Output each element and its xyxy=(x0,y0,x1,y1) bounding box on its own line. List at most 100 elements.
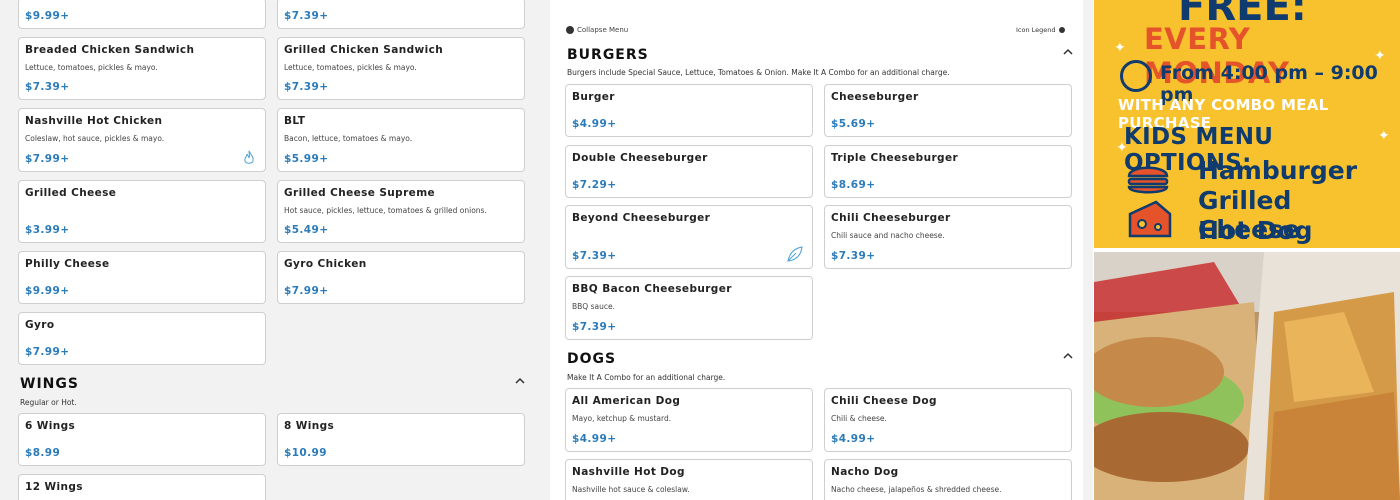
menu-item-card[interactable]: 12 Wings xyxy=(18,474,266,500)
item-name: Burger xyxy=(572,91,615,103)
chevron-up-icon[interactable] xyxy=(1063,352,1073,360)
menu-item-card[interactable]: Chili Cheese Dog Chili & cheese. $4.99+ xyxy=(824,388,1072,452)
sparkle-icon: ✦ xyxy=(1378,128,1390,144)
item-description: Chili & cheese. xyxy=(831,414,887,423)
spicy-flame-icon xyxy=(244,150,254,164)
item-price: $7.39+ xyxy=(284,81,329,93)
item-price: $4.99+ xyxy=(572,433,617,445)
item-price: $7.39+ xyxy=(25,81,70,93)
item-description: Nacho cheese, jalapeños & shredded chees… xyxy=(831,485,1002,494)
item-name: 8 Wings xyxy=(284,420,335,432)
collapse-icon xyxy=(566,26,574,34)
item-name: Chili Cheese Dog xyxy=(831,395,937,407)
item-name: Nacho Dog xyxy=(831,466,899,478)
item-price: $4.99+ xyxy=(572,118,617,130)
sparkle-icon: ✦ xyxy=(1374,48,1386,64)
item-price: $8.69+ xyxy=(831,179,876,191)
item-name: Philly Cheese xyxy=(25,258,110,270)
item-price: $4.99+ xyxy=(831,433,876,445)
menu-item-card[interactable]: Chili Cheeseburger Chili sauce and nacho… xyxy=(824,205,1072,269)
item-price: $9.99+ xyxy=(25,285,70,297)
menu-item-card[interactable]: Gyro $7.99+ xyxy=(18,312,266,365)
menu-item-card[interactable]: Cheeseburger $5.69+ xyxy=(824,84,1072,137)
menu-item-card[interactable]: Nacho Dog Nacho cheese, jalapeños & shre… xyxy=(824,459,1072,500)
item-price: $3.99+ xyxy=(25,224,70,236)
sparkle-icon: ✦ xyxy=(1114,40,1126,56)
item-name: All American Dog xyxy=(572,395,681,407)
item-name: 6 Wings xyxy=(25,420,76,432)
item-name: Nashville Hot Chicken xyxy=(25,115,163,127)
menu-item-card[interactable]: Double Cheeseburger $7.29+ xyxy=(565,145,813,198)
item-name: Nashville Hot Dog xyxy=(572,466,685,478)
menu-item-card[interactable]: Nashville Hot Dog Nashville hot sauce & … xyxy=(565,459,813,500)
menu-item-card[interactable]: Triple Cheeseburger $8.69+ xyxy=(824,145,1072,198)
menu-item-card[interactable]: 6 Wings $8.99 xyxy=(18,413,266,466)
item-price: $7.99+ xyxy=(25,153,70,165)
menu-item-card[interactable]: Gyro Chicken $7.99+ xyxy=(277,251,525,304)
item-name: Grilled Cheese xyxy=(25,187,117,199)
food-photo-image xyxy=(1094,252,1400,500)
promo-banner[interactable]: FREE: EVERY MONDAY From 4:00 pm – 9:00 p… xyxy=(1094,0,1400,248)
vegan-leaf-icon xyxy=(787,246,803,262)
menu-item-card[interactable]: Grilled Cheese Supreme Hot sauce, pickle… xyxy=(277,180,525,243)
item-price: $5.49+ xyxy=(284,224,329,236)
item-description: Chili sauce and nacho cheese. xyxy=(831,231,945,240)
item-price: $10.99 xyxy=(284,447,327,459)
item-description: Nashville hot sauce & coleslaw. xyxy=(572,485,690,494)
item-name: Double Cheeseburger xyxy=(572,152,708,164)
item-name: Chili Cheeseburger xyxy=(831,212,951,224)
info-icon xyxy=(1058,27,1065,33)
item-price: $7.39+ xyxy=(572,250,617,262)
menu-item-card[interactable]: $7.39+ xyxy=(277,0,525,29)
item-name: Grilled Cheese Supreme xyxy=(284,187,436,199)
collapse-menu-button[interactable]: Collapse Menu xyxy=(566,26,628,34)
menu-item-card[interactable]: Breaded Chicken Sandwich Lettuce, tomato… xyxy=(18,37,266,100)
menu-item-card[interactable]: Philly Cheese $9.99+ xyxy=(18,251,266,304)
collapse-menu-label: Collapse Menu xyxy=(577,26,629,34)
item-price: $5.99+ xyxy=(284,153,329,165)
item-price: $7.29+ xyxy=(572,179,617,191)
menu-item-card[interactable]: Nashville Hot Chicken Coleslaw, hot sauc… xyxy=(18,108,266,172)
item-description: Hot sauce, pickles, lettuce, tomatoes & … xyxy=(284,206,487,215)
item-name: BBQ Bacon Cheeseburger xyxy=(572,283,732,295)
item-name: Breaded Chicken Sandwich xyxy=(25,44,195,56)
section-subtitle-wings: Regular or Hot. xyxy=(20,398,77,407)
chevron-up-icon[interactable] xyxy=(515,377,525,385)
menu-item-card[interactable]: Grilled Cheese $3.99+ xyxy=(18,180,266,243)
menu-item-card[interactable]: BBQ Bacon Cheeseburger BBQ sauce. $7.39+ xyxy=(565,276,813,340)
menu-item-card[interactable]: BLT Bacon, lettuce, tomatoes & mayo. $5.… xyxy=(277,108,525,172)
section-subtitle-burgers: Burgers include Special Sauce, Lettuce, … xyxy=(567,68,950,77)
menu-item-card[interactable]: Beyond Cheeseburger $7.39+ xyxy=(565,205,813,269)
promo-kids-item: Hot Dog xyxy=(1198,216,1313,245)
icon-legend-button[interactable]: Icon Legend xyxy=(1016,26,1065,34)
item-name: Triple Cheeseburger xyxy=(831,152,959,164)
burger-icon xyxy=(1127,166,1169,194)
item-description: Bacon, lettuce, tomatoes & mayo. xyxy=(284,134,413,143)
item-name: BLT xyxy=(284,115,306,127)
chevron-up-icon[interactable] xyxy=(1063,48,1073,56)
item-name: Cheeseburger xyxy=(831,91,919,103)
menu-item-card[interactable]: $9.99+ xyxy=(18,0,266,29)
item-price: $7.99+ xyxy=(284,285,329,297)
menu-item-card[interactable]: 8 Wings $10.99 xyxy=(277,413,525,466)
menu-item-card[interactable]: Grilled Chicken Sandwich Lettuce, tomato… xyxy=(277,37,525,100)
item-name: Gyro xyxy=(25,319,55,331)
item-description: Coleslaw, hot sauce, pickles & mayo. xyxy=(25,134,165,143)
clock-icon xyxy=(1120,60,1152,92)
section-title-wings: WINGS xyxy=(20,376,79,392)
item-description: Mayo, ketchup & mustard. xyxy=(572,414,672,423)
sparkle-icon: ✦ xyxy=(1116,140,1128,156)
left-menu-column: $9.99+ $7.39+ Breaded Chicken Sandwich L… xyxy=(0,0,540,500)
item-price: $7.39+ xyxy=(284,10,329,22)
item-description: Lettuce, tomatoes, pickles & mayo. xyxy=(25,63,158,72)
item-description: BBQ sauce. xyxy=(572,302,615,311)
item-name: Grilled Chicken Sandwich xyxy=(284,44,444,56)
menu-item-card[interactable]: Burger $4.99+ xyxy=(565,84,813,137)
cheese-icon xyxy=(1128,200,1172,238)
section-subtitle-dogs: Make It A Combo for an additional charge… xyxy=(567,373,726,382)
menu-item-card[interactable]: All American Dog Mayo, ketchup & mustard… xyxy=(565,388,813,452)
item-price: $7.39+ xyxy=(831,250,876,262)
item-description: Lettuce, tomatoes, pickles & mayo. xyxy=(284,63,417,72)
section-title-burgers: BURGERS xyxy=(567,47,649,63)
item-price: $9.99+ xyxy=(25,10,70,22)
